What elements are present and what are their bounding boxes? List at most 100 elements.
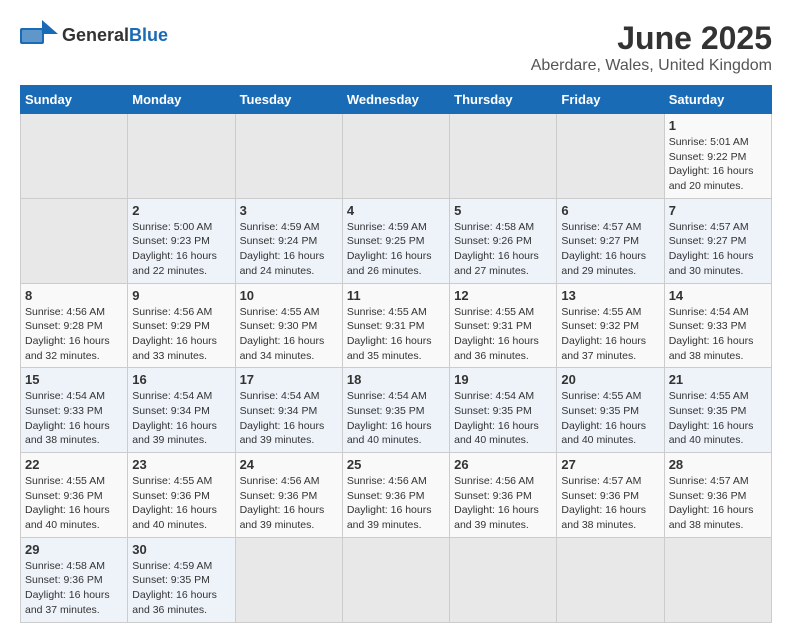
sunrise-text: Sunrise: 4:54 AM <box>347 390 427 402</box>
calendar-cell: 16Sunrise: 4:54 AMSunset: 9:34 PMDayligh… <box>128 368 235 453</box>
day-number: 16 <box>132 372 230 387</box>
calendar-week-5: 22 Sunrise: 4:55 AM Sunset: 9:36 PM Dayligh… <box>21 453 772 538</box>
sunrise-text: Sunrise: 4:57 AM <box>561 221 641 233</box>
calendar-cell: 26Sunrise: 4:56 AMSunset: 9:36 PMDayligh… <box>450 453 557 538</box>
sunrise-text: Sunrise: 4:56 AM <box>454 475 534 487</box>
calendar-cell: 23 Sunrise: 4:55 AM Sunset: 9:36 PM Dayligh… <box>128 453 235 538</box>
daylight-text: Daylight: 16 hours and 26 minutes. <box>347 250 432 277</box>
sunrise-text: Sunrise: 4:56 AM <box>240 475 320 487</box>
day-number: 23 <box>132 457 230 472</box>
day-detail: Sunrise: 4:55 AMSunset: 9:32 PMDaylight:… <box>561 305 659 364</box>
day-number: 28 <box>669 457 767 472</box>
day-number: 9 <box>132 288 230 303</box>
day-detail: Sunrise: 5:01 AMSunset: 9:22 PMDaylight:… <box>669 135 767 194</box>
day-number: 22 <box>25 457 123 472</box>
sunrise-text: Sunrise: 4:54 AM <box>669 306 749 318</box>
sunset-text: Sunset: 9:36 PM <box>25 574 103 586</box>
daylight-text: Daylight: 16 hours and 40 minutes. <box>25 504 110 531</box>
calendar-cell: 1 Sunrise: 5:01 AMSunset: 9:22 PMDaylight… <box>664 114 771 199</box>
day-number: 10 <box>240 288 338 303</box>
daylight-text: Daylight: 16 hours and 34 minutes. <box>240 335 325 362</box>
day-number: 21 <box>669 372 767 387</box>
day-number: 13 <box>561 288 659 303</box>
column-header-thursday: Thursday <box>450 86 557 114</box>
calendar-cell: 8Sunrise: 4:56 AMSunset: 9:28 PMDaylight… <box>21 283 128 368</box>
sunrise-text: Sunrise: 4:59 AM <box>347 221 427 233</box>
day-detail: Sunrise: 4:54 AMSunset: 9:34 PMDaylight:… <box>240 389 338 448</box>
sunrise-text: Sunrise: 4:59 AM <box>132 560 212 572</box>
day-detail: Sunrise: 4:59 AM Sunset: 9:25 PM Daylight:… <box>347 220 445 279</box>
calendar-cell: 13 Sunrise: 4:55 AMSunset: 9:32 PMDayligh… <box>557 283 664 368</box>
daylight-text: Daylight: 16 hours and 35 minutes. <box>347 335 432 362</box>
daylight-text: Daylight: 16 hours and 30 minutes. <box>669 250 754 277</box>
location: Aberdare, Wales, United Kingdom <box>531 57 772 75</box>
day-number: 14 <box>669 288 767 303</box>
calendar-cell: 10Sunrise: 4:55 AMSunset: 9:30 PMDayligh… <box>235 283 342 368</box>
sunset-text: Sunset: 9:35 PM <box>454 405 532 417</box>
day-detail: Sunrise: 4:56 AMSunset: 9:28 PMDaylight:… <box>25 305 123 364</box>
calendar-cell: 20Sunrise: 4:55 AMSunset: 9:35 PMDayligh… <box>557 368 664 453</box>
calendar-cell: 7Sunrise: 4:57 AMSunset: 9:27 PMDaylight… <box>664 198 771 283</box>
day-detail: Sunrise: 4:59 AMSunset: 9:35 PMDaylight:… <box>132 559 230 618</box>
day-number: 6 <box>561 203 659 218</box>
day-detail: Sunrise: 4:55 AMSunset: 9:36 PMDaylight:… <box>25 474 123 533</box>
day-number: 1 <box>669 118 767 133</box>
sunrise-text: Sunrise: 4:55 AM <box>25 475 105 487</box>
calendar-cell <box>557 114 664 199</box>
day-detail: Sunrise: 4:57 AMSunset: 9:36 PMDaylight:… <box>561 474 659 533</box>
column-header-saturday: Saturday <box>664 86 771 114</box>
sunset-text: Sunset: 9:22 PM <box>669 151 747 163</box>
daylight-text: Daylight: 16 hours and 38 minutes. <box>669 335 754 362</box>
day-detail: Sunrise: 4:56 AMSunset: 9:29 PMDaylight:… <box>132 305 230 364</box>
logo: GeneralBlue <box>20 20 168 50</box>
calendar-week-4: 15Sunrise: 4:54 AMSunset: 9:33 PMDayligh… <box>21 368 772 453</box>
calendar-cell <box>235 114 342 199</box>
calendar-week-6: 29Sunrise: 4:58 AMSunset: 9:36 PMDayligh… <box>21 537 772 622</box>
day-detail: Sunrise: 4:54 AMSunset: 9:33 PMDaylight:… <box>25 389 123 448</box>
calendar-cell: 15 Sunrise: 4:54 AMSunset: 9:33 PMDayligh… <box>21 368 128 453</box>
daylight-text: Daylight: 16 hours and 37 minutes. <box>561 335 646 362</box>
calendar-cell: 27Sunrise: 4:57 AMSunset: 9:36 PMDayligh… <box>557 453 664 538</box>
calendar-cell: 22 Sunrise: 4:55 AMSunset: 9:36 PMDayligh… <box>21 453 128 538</box>
sunrise-text: Sunrise: 4:56 AM <box>347 475 427 487</box>
logo-general-text: General <box>62 25 129 45</box>
daylight-text: Daylight: 16 hours and 40 minutes. <box>132 504 217 531</box>
sunrise-text: Sunrise: 4:54 AM <box>454 390 534 402</box>
sunrise-text: Sunrise: 4:55 AM <box>132 475 212 487</box>
calendar-cell: 19Sunrise: 4:54 AMSunset: 9:35 PMDayligh… <box>450 368 557 453</box>
day-detail: Sunrise: 4:55 AMSunset: 9:35 PMDaylight:… <box>669 389 767 448</box>
day-number: 5 <box>454 203 552 218</box>
calendar-cell: 11Sunrise: 4:55 AMSunset: 9:31 PMDayligh… <box>342 283 449 368</box>
daylight-text: Daylight: 16 hours and 40 minutes. <box>561 420 646 447</box>
sunset-text: Sunset: 9:36 PM <box>132 490 210 502</box>
day-detail: Sunrise: 4:54 AMSunset: 9:35 PMDaylight:… <box>347 389 445 448</box>
calendar-cell: 6 Sunrise: 4:57 AMSunset: 9:27 PMDaylight… <box>557 198 664 283</box>
sunset-text: Sunset: 9:33 PM <box>25 405 103 417</box>
day-number: 15 <box>25 372 123 387</box>
month-title: June 2025 <box>531 20 772 57</box>
sunset-text: Sunset: 9:26 PM <box>454 235 532 247</box>
sunset-text: Sunset: 9:36 PM <box>669 490 747 502</box>
day-detail: Sunrise: 4:59 AMSunset: 9:24 PMDaylight:… <box>240 220 338 279</box>
sunrise-text: Sunrise: 4:57 AM <box>669 221 749 233</box>
sunset-text: Sunset: 9:32 PM <box>561 320 639 332</box>
day-detail: Sunrise: 4:57 AMSunset: 9:27 PMDaylight:… <box>561 220 659 279</box>
calendar-week-3: 8Sunrise: 4:56 AMSunset: 9:28 PMDaylight… <box>21 283 772 368</box>
calendar-cell: 14Sunrise: 4:54 AMSunset: 9:33 PMDayligh… <box>664 283 771 368</box>
day-number: 4 <box>347 203 445 218</box>
sunset-text: Sunset: 9:25 PM <box>347 235 425 247</box>
sunset-text: Sunset: 9:30 PM <box>240 320 318 332</box>
daylight-text: Daylight: 16 hours and 29 minutes. <box>561 250 646 277</box>
day-detail: Sunrise: 4:55 AM Sunset: 9:36 PM Daylight:… <box>132 474 230 533</box>
calendar-table: SundayMondayTuesdayWednesdayThursdayFrid… <box>20 85 772 623</box>
day-number: 30 <box>132 542 230 557</box>
calendar-cell <box>664 537 771 622</box>
calendar-cell: 12Sunrise: 4:55 AMSunset: 9:31 PMDayligh… <box>450 283 557 368</box>
day-number: 3 <box>240 203 338 218</box>
calendar-cell <box>235 537 342 622</box>
header: GeneralBlue June 2025 Aberdare, Wales, U… <box>20 20 772 75</box>
day-number: 24 <box>240 457 338 472</box>
daylight-text: Daylight: 16 hours and 39 minutes. <box>132 420 217 447</box>
sunset-text: Sunset: 9:29 PM <box>132 320 210 332</box>
sunrise-text: Sunrise: 5:00 AM <box>132 221 212 233</box>
